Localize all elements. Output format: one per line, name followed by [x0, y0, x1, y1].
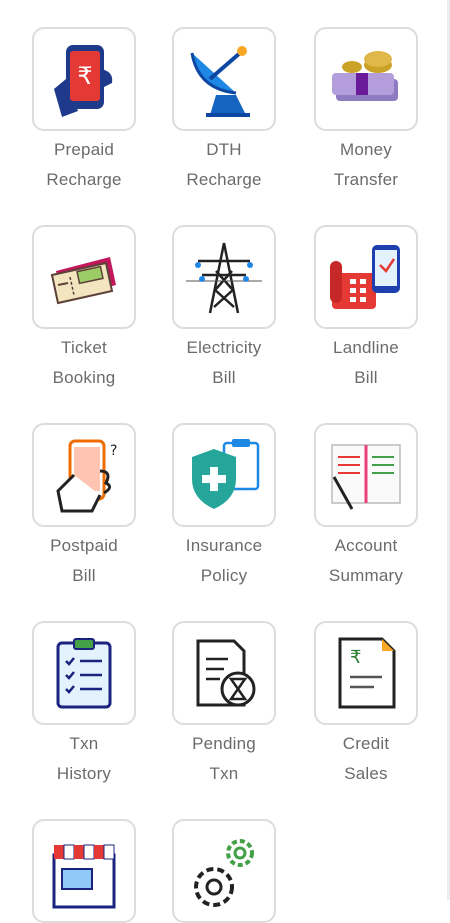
- mobile-rupee-icon: ₹: [54, 45, 113, 117]
- tile-insurance-policy[interactable]: Insurance Policy: [172, 423, 276, 591]
- tile-credit-sales[interactable]: ₹ Credit Sales: [314, 621, 418, 789]
- tile-label: Ticket Booking: [52, 338, 116, 387]
- tile-landline-bill[interactable]: Landline Bill: [314, 225, 418, 393]
- tile-icon-box: ₹: [314, 621, 418, 725]
- tile-ticket-booking[interactable]: Ticket Booking: [32, 225, 136, 393]
- ledger-book-icon: [331, 444, 401, 510]
- tile-icon-box: [314, 27, 418, 131]
- tile-label: Account Summary: [328, 536, 404, 585]
- tile-account-summary[interactable]: Account Summary: [314, 423, 418, 591]
- tile-txn-history[interactable]: Txn History: [32, 621, 136, 789]
- tile-label: DTH Recharge: [186, 140, 262, 189]
- tile-icon-box: [314, 423, 418, 527]
- tile-label: Money Transfer: [333, 140, 399, 189]
- tile-label: Insurance Policy: [185, 536, 263, 585]
- tile-dth-recharge[interactable]: DTH Recharge: [172, 27, 276, 195]
- clipboard-checklist-icon: [56, 638, 112, 709]
- phone-in-hand-icon: ?: [56, 439, 117, 513]
- tile-money-transfer[interactable]: Money Transfer: [314, 27, 418, 195]
- tile-icon-box: [32, 819, 136, 923]
- hourglass-document-icon: [196, 639, 256, 707]
- tile-label: Postpaid Bill: [50, 536, 118, 585]
- ticket-icon: [50, 257, 116, 305]
- tile-label: Pending Txn: [192, 734, 256, 783]
- tile-icon-box: [172, 27, 276, 131]
- tile-icon-box: [32, 225, 136, 329]
- cash-bundle-icon: [332, 51, 398, 101]
- tile-icon-box: [172, 225, 276, 329]
- svg-text:?: ?: [110, 443, 117, 459]
- tile-icon-box: [314, 225, 418, 329]
- rupee-document-icon: ₹: [338, 637, 396, 709]
- tile-electricity-bill[interactable]: Electricity Bill: [172, 225, 276, 393]
- tile-label: Prepaid Recharge: [46, 140, 122, 189]
- satellite-dish-icon: [190, 46, 250, 117]
- svg-text:₹: ₹: [77, 62, 92, 90]
- tile-icon-box: ?: [32, 423, 136, 527]
- power-tower-icon: [186, 242, 262, 314]
- gears-icon: [194, 839, 254, 907]
- tile-label: Landline Bill: [333, 338, 399, 387]
- storefront-icon: [52, 844, 116, 909]
- tile-icon-box: [172, 819, 276, 923]
- tile-label: Credit Sales: [342, 734, 390, 783]
- shield-plus-icon: [192, 439, 260, 509]
- tile-icon-box: [172, 621, 276, 725]
- tile-label: Electricity Bill: [186, 338, 262, 387]
- tile-pending-txn[interactable]: Pending Txn: [172, 621, 276, 789]
- telephone-icon: [330, 245, 400, 309]
- tile-prepaid-recharge[interactable]: ₹ Prepaid Recharge: [32, 27, 136, 195]
- tile-label: Txn History: [56, 734, 112, 783]
- tile-icon-box: [172, 423, 276, 527]
- tile-icon-box: ₹: [32, 27, 136, 131]
- tile-postpaid-bill[interactable]: ? Postpaid Bill: [32, 423, 136, 591]
- tile-icon-box: [32, 621, 136, 725]
- svg-text:₹: ₹: [350, 647, 361, 668]
- tile-settings[interactable]: [172, 819, 276, 923]
- tile-shop[interactable]: [32, 819, 136, 923]
